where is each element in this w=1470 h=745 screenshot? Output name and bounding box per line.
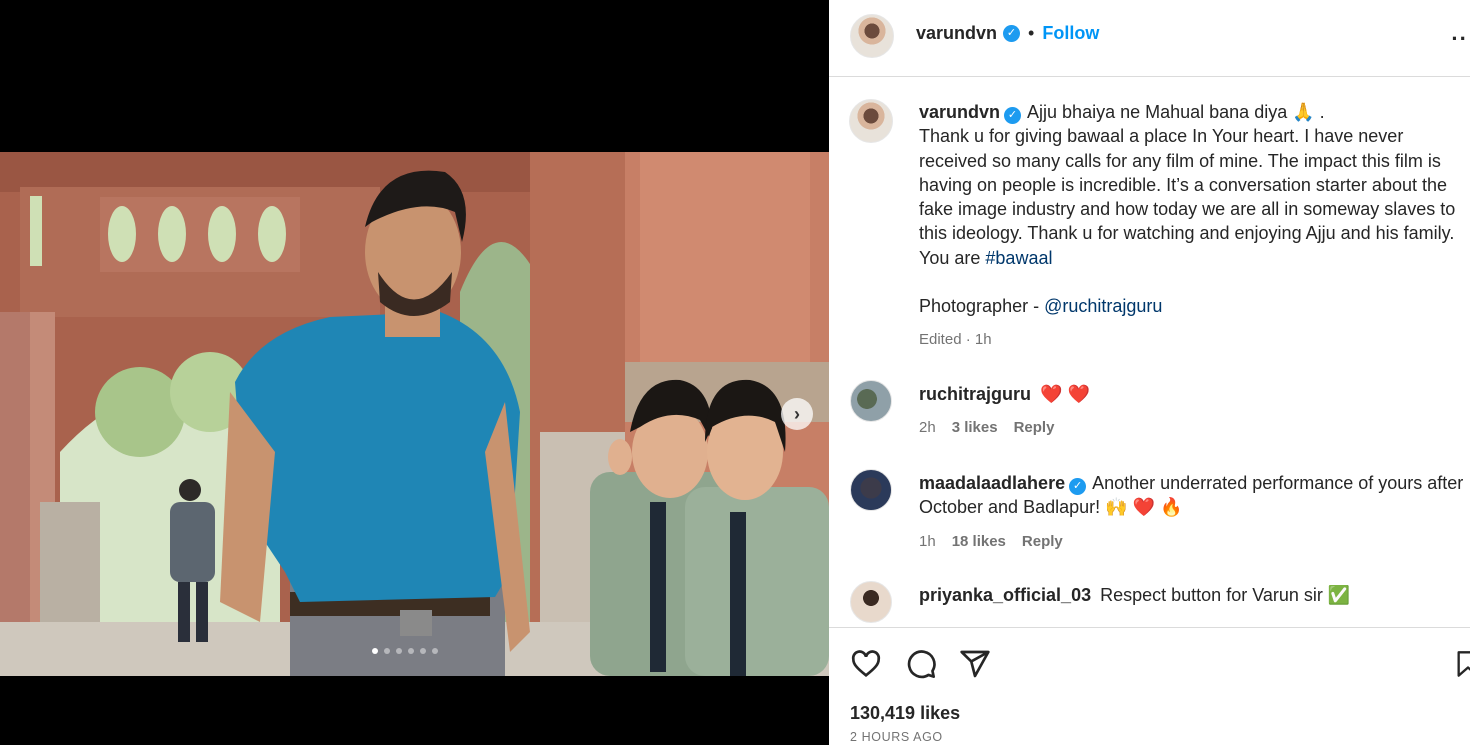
author-avatar[interactable]: [850, 14, 894, 58]
carousel-dot-6: [432, 648, 438, 654]
verified-badge-icon: ✓: [1069, 478, 1087, 495]
comment-text: priyanka_official_03 Respect button for …: [919, 583, 1464, 607]
commenter-username[interactable]: ruchitrajguru: [919, 384, 1031, 404]
commenter-avatar[interactable]: [850, 469, 892, 511]
comment-text: ruchitrajguru ❤️ ❤️ 2h 3 likes Reply: [919, 382, 1464, 441]
carousel-dot-4: [408, 648, 414, 654]
next-photo-button[interactable]: ›: [781, 398, 813, 430]
comment-text: maadalaadlahere ✓ Another underrated perfo…: [919, 471, 1464, 554]
caption-hashtag[interactable]: #bawaal: [985, 248, 1052, 268]
caption-avatar[interactable]: [849, 99, 893, 143]
caption-text: varundvn ✓ Ajju bhaiya ne Mahual bana diya…: [919, 100, 1464, 353]
post-info-pane: varundvn ✓ • Follow ·· varundvn ✓ Ajju bha…: [829, 0, 1470, 745]
verified-badge-icon: ✓: [1003, 25, 1021, 42]
comment-icon[interactable]: [905, 648, 937, 680]
reply-button[interactable]: Reply: [1022, 530, 1063, 554]
photographer-mention[interactable]: @ruchitrajguru: [1044, 296, 1162, 316]
caption-body: Thank u for giving bawaal a place In You…: [919, 126, 1456, 268]
author-line: varundvn ✓ • Follow: [916, 23, 1099, 44]
caption-meta: Edited · 1h: [919, 328, 1464, 352]
likes-count[interactable]: 130,419 likes: [850, 703, 960, 724]
caption-first-line: Ajju bhaiya ne Mahual bana diya 🙏 .: [1027, 102, 1325, 122]
comment-meta: 2h 3 likes Reply: [919, 416, 1464, 440]
comment-body: ❤️ ❤️: [1040, 384, 1090, 404]
reply-button[interactable]: Reply: [1014, 416, 1055, 440]
comment-age: 1h: [919, 532, 936, 550]
comment-body: Respect button for Varun sir ✅: [1100, 585, 1351, 605]
post-photo[interactable]: [0, 152, 829, 676]
carousel-dot-2: [384, 648, 390, 654]
verified-badge-icon: ✓: [1004, 107, 1022, 124]
post-actions: 130,419 likes 2 HOURS AGO: [829, 627, 1470, 745]
separator-dot: •: [1028, 23, 1035, 43]
chevron-right-icon: ›: [794, 404, 800, 424]
post-header: varundvn ✓ • Follow ··: [829, 0, 1470, 77]
commenter-avatar[interactable]: [850, 380, 892, 422]
comment-likes[interactable]: 18 likes: [952, 530, 1006, 554]
commenter-username[interactable]: maadalaadlahere: [919, 473, 1065, 493]
post-photo-illustration: [0, 152, 829, 676]
comment-age: 2h: [919, 419, 936, 437]
carousel-dot-5: [420, 648, 426, 654]
comments-list[interactable]: varundvn ✓ Ajju bhaiya ne Mahual bana diya…: [829, 78, 1470, 627]
post-time: 2 HOURS AGO: [850, 730, 943, 744]
commenter-avatar[interactable]: [850, 581, 892, 623]
share-icon[interactable]: [959, 648, 991, 680]
comment-likes[interactable]: 3 likes: [952, 416, 998, 440]
bookmark-icon[interactable]: [1454, 648, 1470, 680]
more-options-icon[interactable]: ··: [1451, 26, 1468, 52]
caption-edited-time: Edited · 1h: [919, 331, 992, 349]
caption-username[interactable]: varundvn: [919, 102, 1000, 122]
author-username[interactable]: varundvn: [916, 23, 997, 44]
carousel-dot-1: [372, 648, 378, 654]
media-pane: ›: [0, 0, 829, 745]
photographer-label: Photographer -: [919, 296, 1045, 317]
carousel-indicator: [372, 648, 438, 654]
comment-meta: 1h 18 likes Reply: [919, 530, 1464, 554]
follow-button[interactable]: Follow: [1042, 23, 1099, 44]
commenter-username[interactable]: priyanka_official_03: [919, 585, 1091, 605]
carousel-dot-3: [396, 648, 402, 654]
heart-icon[interactable]: [850, 648, 882, 680]
